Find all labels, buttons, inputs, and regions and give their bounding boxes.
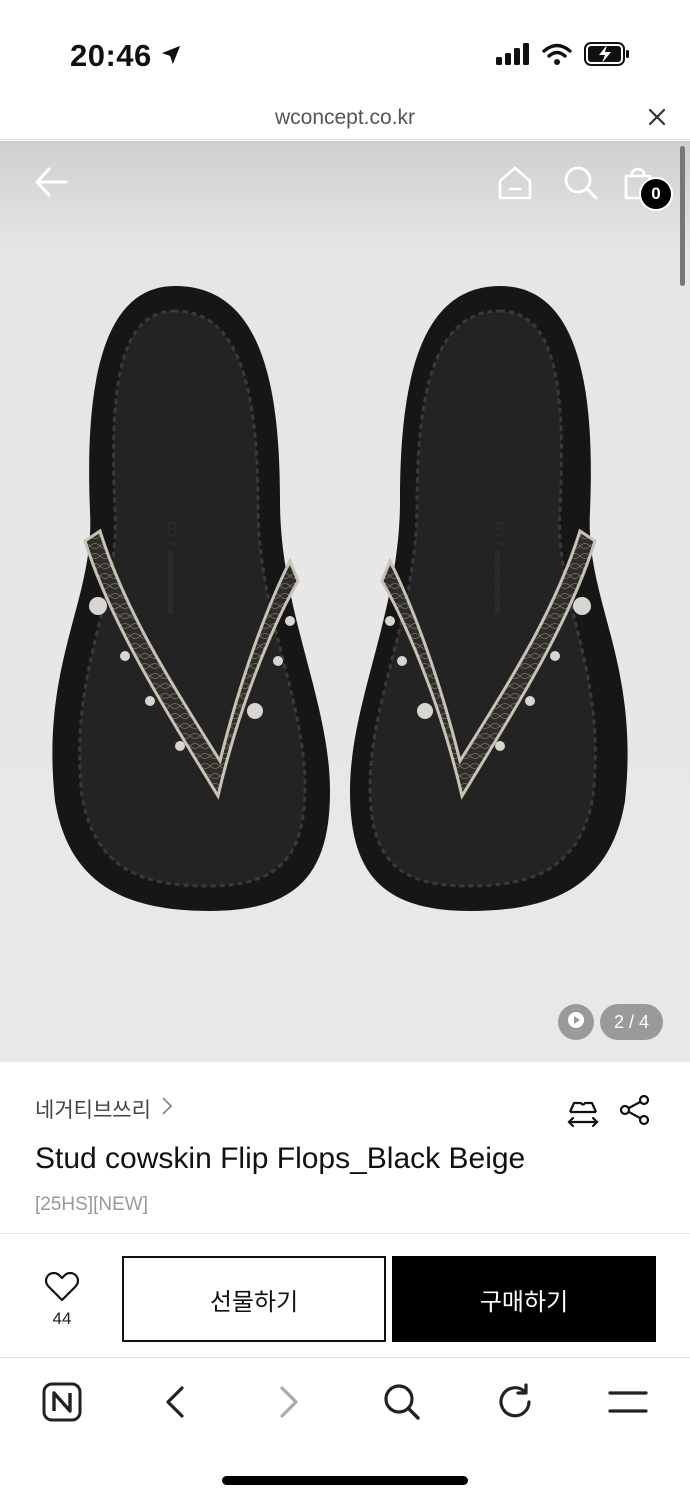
share-icon[interactable]: [619, 1094, 651, 1131]
size-icon[interactable]: [566, 1094, 600, 1133]
naver-icon[interactable]: [40, 1380, 84, 1424]
search-icon[interactable]: [563, 165, 599, 206]
signal-icon: [496, 43, 530, 70]
wishlist-button[interactable]: 44: [36, 1271, 88, 1329]
right-sandal: ꝏ | ▬▬▬▬: [350, 286, 628, 911]
scrollbar[interactable]: [680, 146, 685, 286]
chevron-left-icon[interactable]: [153, 1380, 197, 1424]
brand-link[interactable]: 네거티브쓰리: [35, 1094, 173, 1124]
product-image: ꝏ | ▬▬▬▬ ꝏ | ▬▬▬▬: [52, 286, 628, 911]
battery-icon: [584, 42, 630, 71]
chevron-right-icon[interactable]: [161, 1096, 173, 1122]
heart-icon[interactable]: [45, 1271, 79, 1306]
product-tag: [25HS][NEW]: [35, 1194, 148, 1215]
menu-icon[interactable]: [606, 1380, 650, 1424]
home-icon[interactable]: [497, 165, 533, 206]
status-time: 20:46: [70, 38, 182, 74]
image-page-counter: 2 / 4: [600, 1004, 663, 1040]
search-icon[interactable]: [380, 1380, 424, 1424]
product-gallery[interactable]: 0 ꝏ | ▬▬▬▬ ꝏ | ▬▬▬▬ 2 / 4: [0, 141, 690, 1062]
svg-text:ꝏ | ▬▬▬▬: ꝏ | ▬▬▬▬: [491, 521, 508, 614]
back-arrow-icon[interactable]: [34, 165, 68, 204]
gift-button[interactable]: 선물하기: [122, 1256, 386, 1342]
svg-text:ꝏ | ▬▬▬▬: ꝏ | ▬▬▬▬: [164, 521, 181, 614]
url-text[interactable]: wconcept.co.kr: [0, 106, 690, 130]
product-title: Stud cowskin Flip Flops_Black Beige: [35, 1142, 526, 1175]
status-bar: 20:46: [0, 0, 690, 100]
wish-count: 44: [52, 1309, 72, 1328]
brand-name[interactable]: 네거티브쓰리: [35, 1094, 151, 1124]
close-icon[interactable]: [648, 108, 666, 131]
cart-count-badge[interactable]: 0: [639, 177, 673, 211]
location-arrow-icon: [160, 38, 182, 74]
buy-button[interactable]: 구매하기: [392, 1256, 656, 1342]
play-button[interactable]: [558, 1004, 594, 1040]
wifi-icon: [542, 43, 572, 70]
purchase-bar: 44 선물하기 구매하기: [0, 1234, 690, 1358]
home-indicator: [222, 1476, 468, 1485]
clock: 20:46: [70, 38, 152, 73]
url-bar[interactable]: wconcept.co.kr: [0, 100, 690, 140]
reload-icon[interactable]: [493, 1380, 537, 1424]
chevron-right-icon[interactable]: [267, 1380, 311, 1424]
play-icon[interactable]: [567, 1011, 585, 1034]
product-info: 네거티브쓰리 Stud cowskin Flip Flops_Black Bei…: [0, 1062, 690, 1234]
left-sandal: ꝏ | ▬▬▬▬: [52, 286, 330, 911]
